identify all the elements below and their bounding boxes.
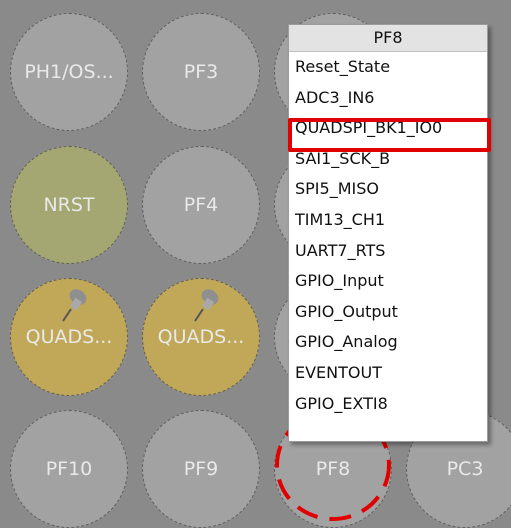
pin-label: PC3	[446, 458, 484, 480]
pin-label: QUADS...	[25, 326, 113, 348]
pin-pf10[interactable]: PF10	[10, 410, 128, 528]
pin-label: PF10	[45, 458, 93, 480]
pin-nrst[interactable]: NRST	[10, 146, 128, 264]
menu-title: PF8	[289, 25, 487, 52]
pin-label: PF8	[315, 458, 351, 480]
pin-function-menu: PF8 Reset_State ADC3_IN6 QUADSPI_BK1_IO0…	[288, 24, 488, 442]
menu-item-gpio-input[interactable]: GPIO_Input	[289, 266, 487, 297]
menu-item-gpio-analog[interactable]: GPIO_Analog	[289, 327, 487, 358]
pushpin-icon	[194, 289, 219, 322]
pin-ph1[interactable]: PH1/OS...	[10, 13, 128, 131]
menu-item-sai1-sck-b[interactable]: SAI1_SCK_B	[289, 144, 487, 175]
pin-label: PF4	[183, 194, 219, 216]
pin-label: PH1/OS...	[24, 61, 114, 83]
pin-pf9[interactable]: PF9	[142, 410, 260, 528]
menu-item-reset-state[interactable]: Reset_State	[289, 52, 487, 83]
menu-item-gpio-exti8[interactable]: GPIO_EXTI8	[289, 389, 487, 420]
pin-label: PF3	[183, 61, 219, 83]
menu-item-gpio-output[interactable]: GPIO_Output	[289, 297, 487, 328]
menu-item-tim13-ch1[interactable]: TIM13_CH1	[289, 205, 487, 236]
menu-item-adc3-in6[interactable]: ADC3_IN6	[289, 83, 487, 114]
pin-pf3[interactable]: PF3	[142, 13, 260, 131]
menu-item-uart7-rts[interactable]: UART7_RTS	[289, 236, 487, 267]
pin-label: QUADS...	[157, 326, 245, 348]
pushpin-icon	[62, 289, 87, 322]
pin-label: PF9	[183, 458, 219, 480]
menu-item-spi5-miso[interactable]: SPI5_MISO	[289, 174, 487, 205]
pin-pf4[interactable]: PF4	[142, 146, 260, 264]
pin-label: NRST	[43, 194, 95, 216]
menu-item-eventout[interactable]: EVENTOUT	[289, 358, 487, 389]
menu-item-quadspi-bk1-io0[interactable]: QUADSPI_BK1_IO0	[289, 113, 487, 144]
